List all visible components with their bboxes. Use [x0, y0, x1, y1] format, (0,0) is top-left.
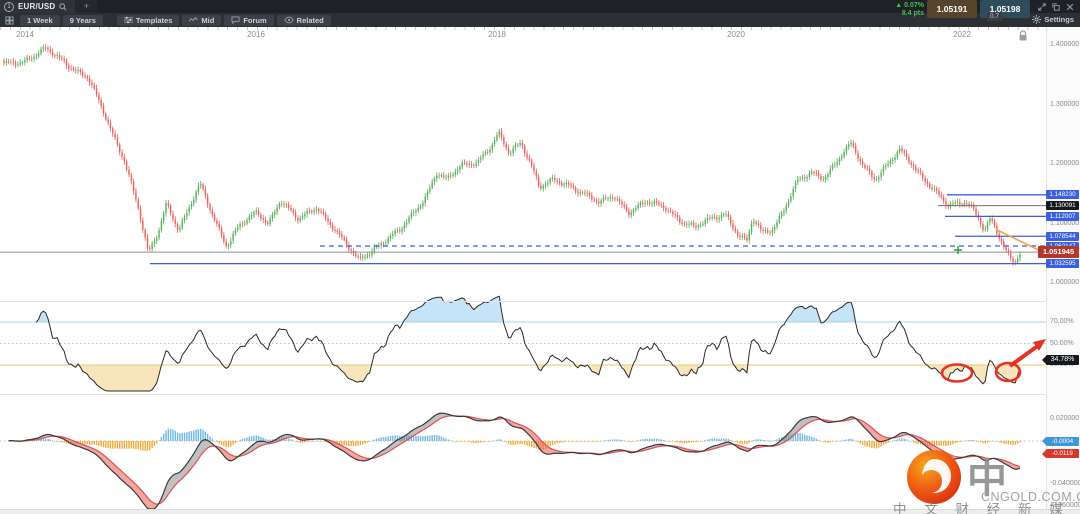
year-tick-label: 2014 — [16, 30, 34, 39]
price-change: ▲ 0.07% 8.4 pts — [876, 0, 924, 18]
price-level-tag[interactable]: 1.148230 — [1046, 190, 1079, 200]
trading-platform-window: 1 EUR/USD + 1 Week 9 Years Templates Mid… — [0, 0, 1080, 514]
spread-value: 0.7 — [986, 13, 1002, 21]
price-tick-label: 1.300000 — [1050, 100, 1080, 108]
macd-value-tag: -0.0119 — [1042, 449, 1079, 459]
instrument-label: EUR/USD — [18, 2, 56, 11]
timeframe-button[interactable]: 1 Week — [20, 14, 60, 26]
year-tick-label: 2016 — [247, 30, 265, 39]
range-label: 9 Years — [69, 15, 96, 25]
macd-value-tag: -0.0004 — [1042, 436, 1079, 446]
axis-lock-icon[interactable] — [1017, 30, 1029, 42]
mid-button[interactable]: Mid — [182, 14, 222, 26]
rsi-tick-label: 50.00% — [1050, 339, 1074, 347]
chart-canvas[interactable] — [0, 0, 1080, 514]
sliders-icon — [123, 16, 133, 24]
pane-separator[interactable] — [0, 394, 1046, 395]
price-level-tag[interactable]: 1.078544 — [1046, 231, 1079, 241]
instrument-tab[interactable]: 1 EUR/USD — [0, 0, 76, 13]
macd-tick-label: 0.020000 — [1050, 415, 1080, 423]
bid-price-button[interactable]: 1.05191 — [927, 0, 977, 18]
mid-price-icon — [189, 17, 199, 22]
gear-icon — [1032, 15, 1042, 24]
change-percent: 0.07% — [904, 2, 924, 9]
year-tick-label: 2022 — [953, 30, 971, 39]
price-level-tag[interactable]: 1.130091 — [1046, 201, 1079, 211]
date-axis[interactable]: 2014 2016 2018 2020 2022 — [0, 27, 1046, 40]
templates-label: Templates — [135, 15, 173, 25]
add-chart-tab-button[interactable]: + — [75, 0, 98, 13]
change-arrow-icon: ▲ — [895, 2, 903, 9]
search-icon[interactable] — [59, 2, 67, 11]
window-controls — [1030, 0, 1080, 11]
timeframe-label: 1 Week — [27, 15, 53, 25]
close-icon[interactable] — [1066, 3, 1074, 11]
templates-button[interactable]: Templates — [116, 14, 180, 26]
price-level-tag[interactable]: 1.112007 — [1046, 211, 1079, 221]
speech-bubble-icon — [231, 16, 240, 24]
range-button[interactable]: 9 Years — [62, 14, 103, 26]
year-tick-label: 2020 — [727, 30, 745, 39]
expand-icon[interactable] — [1038, 3, 1046, 11]
price-tick-label: 1.400000 — [1050, 41, 1080, 48]
bottom-edge — [0, 509, 1080, 514]
layout-grid-button[interactable] — [2, 15, 17, 26]
price-tick-label: 1.200000 — [1050, 160, 1080, 167]
rsi-value-tag: 34.78% — [1042, 354, 1079, 365]
settings-button[interactable]: Settings — [1032, 15, 1074, 24]
change-points: 8.4 pts — [901, 10, 924, 17]
related-button[interactable]: Related — [276, 14, 331, 26]
price-tick-label: 1.000000 — [1050, 279, 1080, 286]
forum-button[interactable]: Forum — [224, 14, 274, 26]
instrument-number-icon: 1 — [4, 1, 14, 12]
popout-icon[interactable] — [1052, 3, 1060, 11]
price-level-tag[interactable]: 1.032595 — [1046, 259, 1079, 269]
macd-tick-label: -0.060000 — [1050, 501, 1080, 509]
current-price-tag: 1.051945 — [1038, 246, 1079, 259]
pane-separator[interactable] — [0, 301, 1046, 302]
macd-tick-label: -0.040000 — [1050, 480, 1080, 488]
eye-icon — [284, 16, 294, 24]
related-label: Related — [296, 15, 324, 25]
rsi-tick-label: 70.00% — [1050, 318, 1074, 325]
quote-panel: ▲ 0.07% 8.4 pts 1.05191 1.05198 0.7 Sett… — [876, 0, 1080, 27]
forum-label: Forum — [243, 15, 267, 25]
mid-label: Mid — [201, 15, 215, 25]
year-tick-label: 2018 — [488, 30, 506, 39]
settings-label: Settings — [1044, 15, 1074, 24]
